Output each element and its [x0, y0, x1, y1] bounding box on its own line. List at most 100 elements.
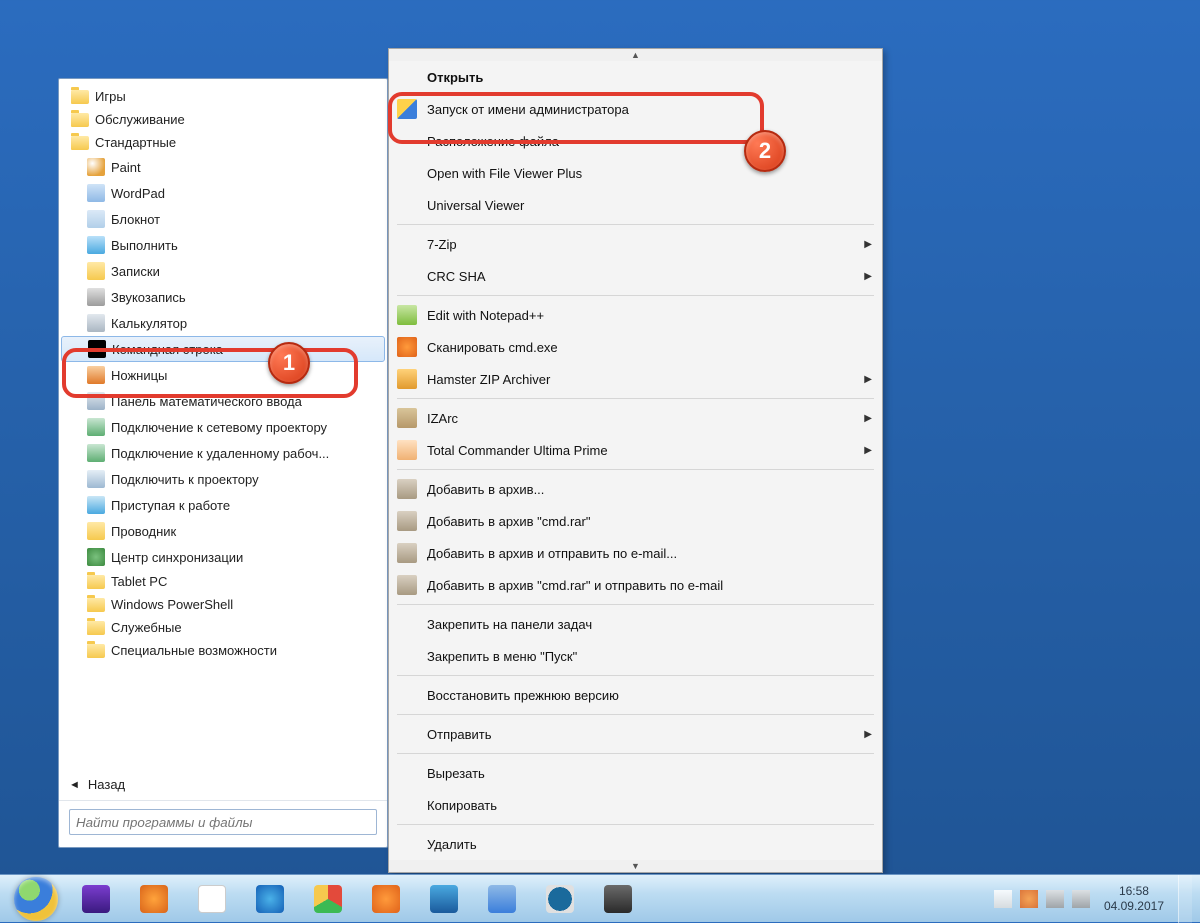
item-paint[interactable]: Paint	[61, 154, 385, 180]
ctx-item-6[interactable]: 7-Zip▶	[389, 228, 882, 260]
ctx-item-18[interactable]: Добавить в архив и отправить по e-mail..…	[389, 537, 882, 569]
volume-icon[interactable]	[1072, 890, 1090, 908]
ctx-item-13[interactable]: IZArc▶	[389, 402, 882, 434]
ctx-item-21[interactable]: Закрепить на панели задач	[389, 608, 882, 640]
back-button[interactable]: ◄ Назад	[59, 767, 387, 800]
item-wordpad[interactable]: WordPad	[61, 180, 385, 206]
ctx-item-2[interactable]: Расположение файла	[389, 125, 882, 157]
item-getting-started[interactable]: Приступая к работе	[61, 492, 385, 518]
item-run[interactable]: Выполнить	[61, 232, 385, 258]
folder-system-tools[interactable]: Служебные	[61, 616, 385, 639]
ctx-label: Добавить в архив и отправить по e-mail..…	[427, 546, 872, 561]
folder-games[interactable]: Игры	[61, 85, 385, 108]
ctx-item-29[interactable]: Копировать	[389, 789, 882, 821]
taskbar-avast[interactable]	[358, 879, 414, 919]
taskbar-ie[interactable]	[242, 879, 298, 919]
folder-maintenance[interactable]: Обслуживание	[61, 108, 385, 131]
item-network-projector[interactable]: Подключение к сетевому проектору	[61, 414, 385, 440]
ctx-item-26[interactable]: Отправить▶	[389, 718, 882, 750]
action-center-icon[interactable]	[994, 890, 1012, 908]
taskbar-chrome[interactable]	[300, 879, 356, 919]
ctx-label: Universal Viewer	[427, 198, 872, 213]
item-label: Подключение к удаленному рабоч...	[111, 446, 329, 461]
item-connect-projector[interactable]: Подключить к проектору	[61, 466, 385, 492]
ctx-item-31[interactable]: Удалить	[389, 828, 882, 860]
ctx-item-19[interactable]: Добавить в архив "cmd.rar" и отправить п…	[389, 569, 882, 601]
taskbar-app[interactable]	[590, 879, 646, 919]
ctx-separator	[397, 469, 874, 470]
ctx-item-28[interactable]: Вырезать	[389, 757, 882, 789]
taskbar-picasa[interactable]	[532, 879, 588, 919]
network-icon[interactable]	[1046, 890, 1064, 908]
ctx-item-9[interactable]: Edit with Notepad++	[389, 299, 882, 331]
submenu-arrow-icon: ▶	[864, 413, 872, 424]
ctx-item-22[interactable]: Закрепить в меню "Пуск"	[389, 640, 882, 672]
display-icon	[87, 470, 105, 488]
folder-accessibility[interactable]: Специальные возможности	[61, 639, 385, 662]
blank-icon	[397, 195, 417, 215]
calc-icon	[87, 314, 105, 332]
item-remote-desktop[interactable]: Подключение к удаленному рабоч...	[61, 440, 385, 466]
ctx-item-16[interactable]: Добавить в архив...	[389, 473, 882, 505]
ctx-label: Добавить в архив "cmd.rar" и отправить п…	[427, 578, 872, 593]
ie-icon	[256, 885, 284, 913]
rdp-icon	[87, 444, 105, 462]
scroll-up-arrow[interactable]: ▲	[389, 49, 882, 61]
ctx-item-3[interactable]: Open with File Viewer Plus	[389, 157, 882, 189]
clock[interactable]: 16:58 04.09.2017	[1098, 884, 1170, 914]
folder-icon	[87, 621, 105, 635]
projector-icon	[87, 418, 105, 436]
ctx-item-10[interactable]: Сканировать cmd.exe	[389, 331, 882, 363]
item-label: Ножницы	[111, 368, 167, 383]
ctx-item-24[interactable]: Восстановить прежнюю версию	[389, 679, 882, 711]
folder-powershell[interactable]: Windows PowerShell	[61, 593, 385, 616]
ctx-item-11[interactable]: Hamster ZIP Archiver▶	[389, 363, 882, 395]
blank-icon	[397, 685, 417, 705]
ctx-label: Open with File Viewer Plus	[427, 166, 872, 181]
izarc-icon	[397, 408, 417, 428]
ctx-item-17[interactable]: Добавить в архив "cmd.rar"	[389, 505, 882, 537]
folder-tablet-pc[interactable]: Tablet PC	[61, 570, 385, 593]
taskbar-wmp[interactable]	[126, 879, 182, 919]
taskbar-yandex[interactable]	[184, 879, 240, 919]
paint-icon	[87, 158, 105, 176]
item-snipping-tool[interactable]: Ножницы	[61, 362, 385, 388]
folder-icon	[71, 113, 89, 127]
item-sync-center[interactable]: Центр синхронизации	[61, 544, 385, 570]
item-sound-recorder[interactable]: Звукозапись	[61, 284, 385, 310]
printer-icon	[488, 885, 516, 913]
taskbar-media-player[interactable]	[68, 879, 124, 919]
folder-accessories[interactable]: Стандартные	[61, 131, 385, 154]
item-calculator[interactable]: Калькулятор	[61, 310, 385, 336]
ctx-item-1[interactable]: Запуск от имени администратора	[389, 93, 882, 125]
item-command-prompt[interactable]: Командная строка	[61, 336, 385, 362]
item-label: Командная строка	[112, 342, 223, 357]
start-button[interactable]	[14, 877, 58, 921]
folder-label: Tablet PC	[111, 574, 167, 589]
item-explorer[interactable]: Проводник	[61, 518, 385, 544]
programs-list: Игры Обслуживание Стандартные Paint Word…	[59, 79, 387, 767]
ctx-item-4[interactable]: Universal Viewer	[389, 189, 882, 221]
sync-icon	[87, 548, 105, 566]
blank-icon	[397, 834, 417, 854]
taskbar-printer[interactable]	[474, 879, 530, 919]
item-sticky-notes[interactable]: Записки	[61, 258, 385, 284]
taskbar-viewer[interactable]	[416, 879, 472, 919]
ctx-item-0[interactable]: Открыть	[389, 61, 882, 93]
blank-icon	[397, 163, 417, 183]
ctx-item-14[interactable]: Total Commander Ultima Prime▶	[389, 434, 882, 466]
run-icon	[87, 236, 105, 254]
tray-avast-icon[interactable]	[1020, 890, 1038, 908]
math-icon	[87, 392, 105, 410]
play-icon	[82, 885, 110, 913]
show-desktop-button[interactable]	[1178, 875, 1192, 923]
scroll-down-arrow[interactable]: ▼	[389, 860, 882, 872]
item-label: Блокнот	[111, 212, 160, 227]
item-notepad[interactable]: Блокнот	[61, 206, 385, 232]
search-input[interactable]	[69, 809, 377, 835]
item-math-input[interactable]: Панель математического ввода	[61, 388, 385, 414]
ctx-item-7[interactable]: CRC SHA▶	[389, 260, 882, 292]
item-label: Калькулятор	[111, 316, 187, 331]
blank-icon	[397, 67, 417, 87]
item-label: Записки	[111, 264, 160, 279]
